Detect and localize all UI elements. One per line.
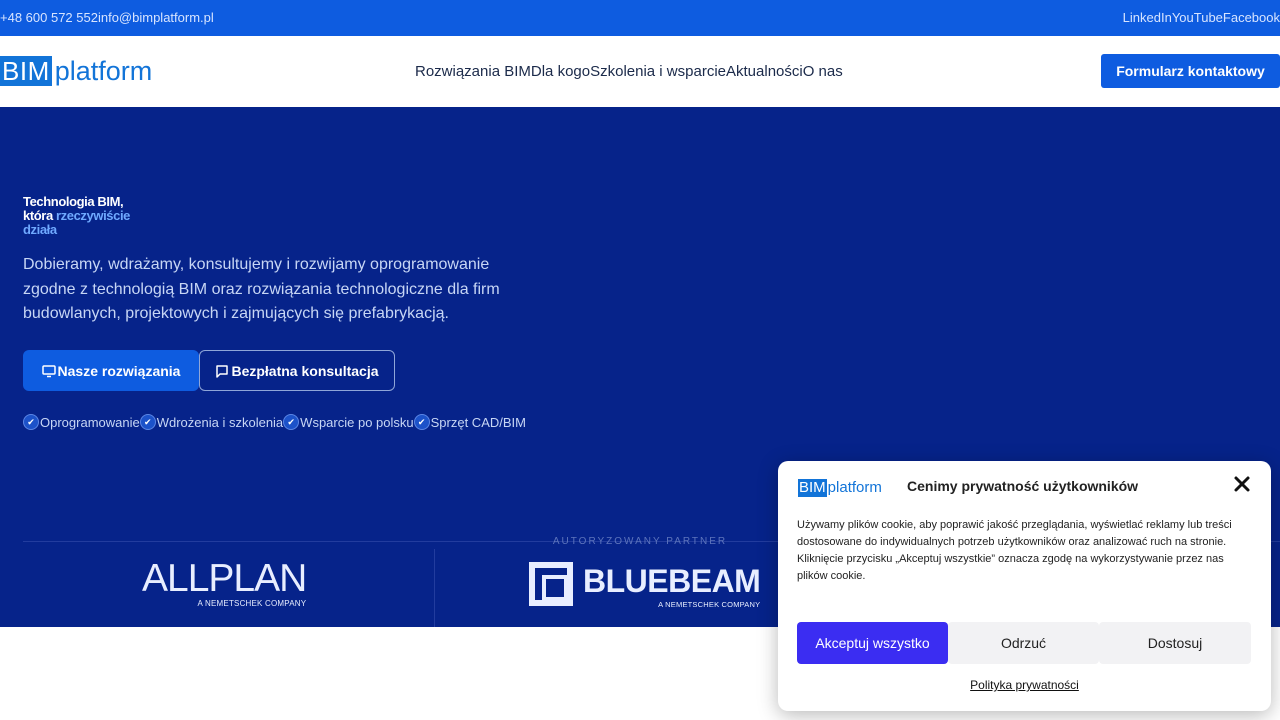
deny-button[interactable]: Odrzuć xyxy=(948,622,1099,664)
hero-title-line2: która xyxy=(23,208,57,223)
check-icon: ✔ xyxy=(413,414,430,430)
monitor-icon xyxy=(41,364,56,378)
check-icon: ✔ xyxy=(23,414,39,430)
customize-button[interactable]: Dostosuj xyxy=(1099,622,1251,664)
site-logo[interactable]: BIM platform xyxy=(0,56,152,86)
allplan-logo-name: ALLPLAN xyxy=(142,557,307,600)
menu-item-aktualnosci[interactable]: Aktualności xyxy=(726,63,803,80)
consultation-button-label: Bezpłatna konsultacja xyxy=(231,362,379,379)
solutions-button-label: Nasze rozwiązania xyxy=(57,362,181,379)
top-bar: +48 600 572 552 info@bimplatform.pl Link… xyxy=(0,0,1280,36)
main-menu: Rozwiązania BIM Dla kogo Szkolenia i wsp… xyxy=(415,63,843,80)
feature-item: ✔ Wdrożenia i szkolenia xyxy=(139,414,284,430)
consultation-button[interactable]: Bezpłatna konsultacja xyxy=(199,350,395,391)
feature-label: Sprzęt CAD/BIM xyxy=(430,414,526,430)
cookie-consent-dialog: BIM platform Cenimy prywatność użytkowni… xyxy=(778,461,1271,711)
cookie-text: Używamy plików cookie, aby poprawić jako… xyxy=(797,519,1232,582)
close-icon[interactable] xyxy=(1233,475,1251,493)
menu-item-szkolenia[interactable]: Szkolenia i wsparcie xyxy=(590,63,726,80)
hero-description: Dobieramy, wdrażamy, konsultujemy i rozw… xyxy=(23,256,500,322)
menu-item-rozwiazania[interactable]: Rozwiązania BIM xyxy=(415,63,531,80)
check-icon: ✔ xyxy=(283,414,300,430)
cookie-logo-text: platform xyxy=(827,479,882,496)
privacy-policy-link[interactable]: Polityka prywatności xyxy=(778,678,1271,692)
feature-list: ✔ Oprogramowanie ✔ Wdrożenia i szkolenia… xyxy=(23,414,526,430)
partner-label: AUTORYZOWANY PARTNER xyxy=(552,536,728,547)
cookie-logo: BIM platform xyxy=(798,479,882,497)
social-links: LinkedIn YouTube Facebook xyxy=(1123,10,1280,25)
menu-item-dla-kogo[interactable]: Dla kogo xyxy=(531,63,590,80)
feature-item: ✔ Sprzęt CAD/BIM xyxy=(413,414,526,430)
contact-info: +48 600 572 552 info@bimplatform.pl xyxy=(0,10,214,25)
check-icon: ✔ xyxy=(139,414,156,430)
phone-link[interactable]: +48 600 572 552 xyxy=(0,10,98,25)
social-link-facebook[interactable]: Facebook xyxy=(1223,10,1280,25)
feature-item: ✔ Oprogramowanie xyxy=(23,414,140,430)
bluebeam-logo[interactable]: BLUEBEAM A NEMETSCHEK COMPANY xyxy=(529,562,761,609)
main-navigation: BIM platform Rozwiązania BIM Dla kogo Sz… xyxy=(0,36,1280,107)
menu-item-o-nas[interactable]: O nas xyxy=(803,63,843,80)
contact-form-button[interactable]: Formularz kontaktowy xyxy=(1101,54,1280,88)
cookie-title: Cenimy prywatność użytkowników xyxy=(907,478,1139,494)
email-link[interactable]: info@bimplatform.pl xyxy=(98,10,214,25)
chat-icon xyxy=(215,364,229,378)
feature-label: Wsparcie po polsku xyxy=(300,414,414,430)
bluebeam-logo-name: BLUEBEAM xyxy=(583,563,761,599)
hero-title: Technologia BIM, która rzeczywiście dzia… xyxy=(23,195,163,237)
feature-label: Wdrożenia i szkolenia xyxy=(156,414,284,430)
feature-label: Oprogramowanie xyxy=(40,414,140,430)
cookie-logo-box: BIM xyxy=(798,479,827,497)
bluebeam-logo-sub: A NEMETSCHEK COMPANY xyxy=(658,600,761,609)
solutions-button[interactable]: Nasze rozwiązania xyxy=(23,350,199,391)
partner-separator xyxy=(434,549,435,627)
logo-text: platform xyxy=(54,56,153,86)
accept-all-button[interactable]: Akceptuj wszystko xyxy=(797,622,948,664)
social-link-linkedin[interactable]: LinkedIn xyxy=(1123,10,1172,25)
allplan-logo[interactable]: ALLPLAN A NEMETSCHEK COMPANY xyxy=(142,557,307,609)
allplan-logo-sub: A NEMETSCHEK COMPANY xyxy=(197,599,307,608)
logo-box: BIM xyxy=(0,56,52,86)
hero-title-line1: Technologia BIM, xyxy=(23,194,124,209)
social-link-youtube[interactable]: YouTube xyxy=(1172,10,1223,25)
feature-item: ✔ Wsparcie po polsku xyxy=(283,414,414,430)
bluebeam-mark-icon xyxy=(529,562,573,606)
